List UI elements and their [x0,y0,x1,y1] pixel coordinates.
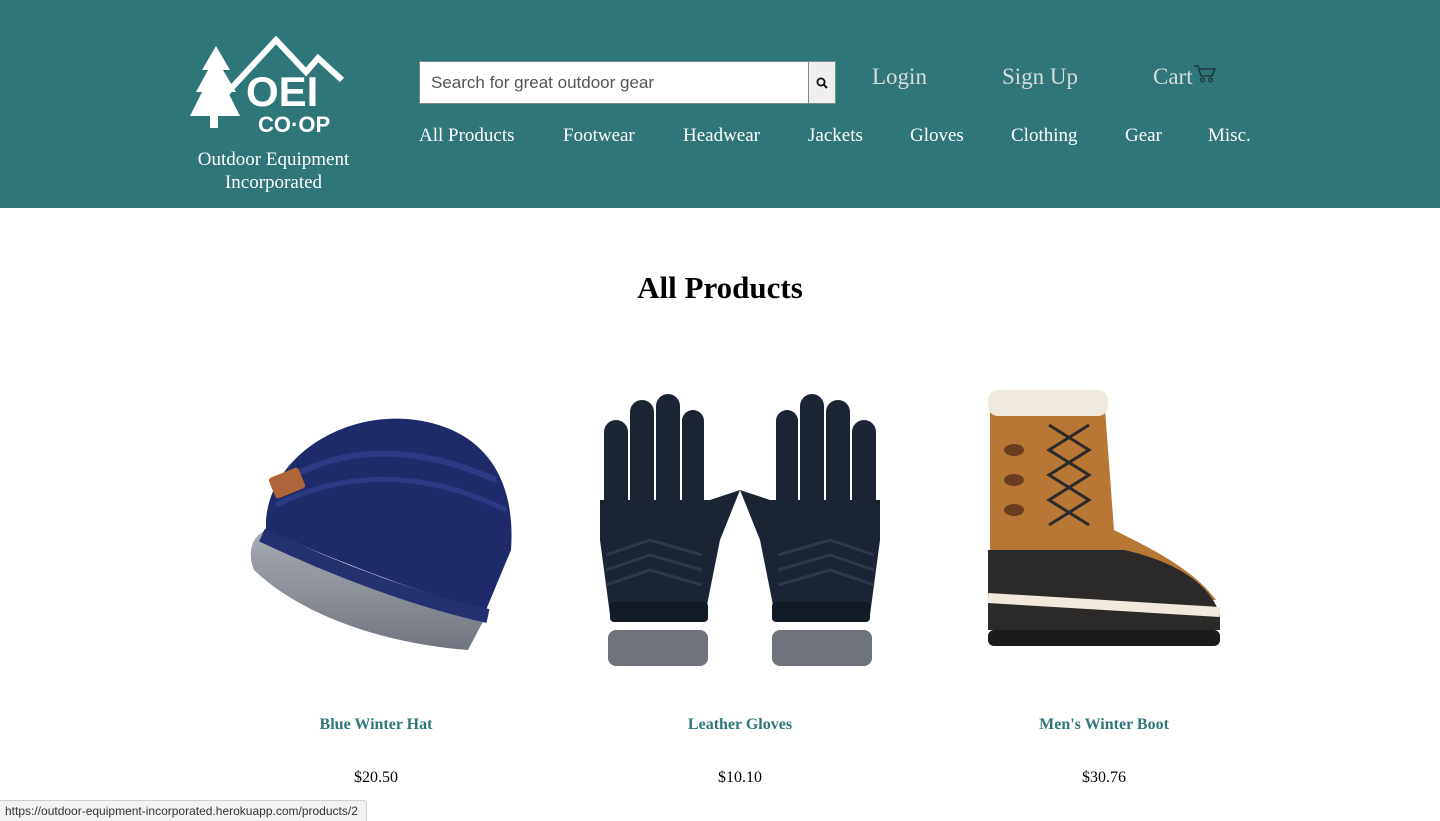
nav-misc[interactable]: Misc. [1208,123,1251,149]
hat-image [250,418,512,650]
product-image-leather-gloves[interactable] [590,380,890,680]
product-name-link[interactable]: Blue Winter Hat [226,716,526,734]
search-input[interactable] [419,61,808,104]
category-nav: All Products Footwear Headwear Jackets G… [0,123,1440,149]
nav-headwear[interactable]: Headwear [683,123,760,149]
nav-gear[interactable]: Gear [1125,123,1162,149]
browser-status-url: https://outdoor-equipment-incorporated.h… [0,800,367,821]
product-image-mens-winter-boot[interactable] [954,380,1254,680]
brand-logo[interactable]: OEI CO·OP [188,36,346,136]
search-icon [816,77,828,89]
site-header: OEI CO·OP Outdoor Equipment Incorporated… [0,0,1440,208]
product-card: Blue Winter Hat $20.50 [226,380,526,786]
product-card: Men's Winter Boot $30.76 [954,380,1254,786]
tagline-line-1: Outdoor Equipment [197,149,350,170]
product-card: Leather Gloves $10.10 [590,380,890,786]
cart-label: Cart [1153,64,1193,89]
login-link[interactable]: Login [872,62,927,92]
product-name-link[interactable]: Men's Winter Boot [954,716,1254,734]
nav-jackets[interactable]: Jackets [808,123,863,149]
logo-text-top: OEI [246,68,318,115]
tagline-line-2: Incorporated [224,172,323,193]
nav-all-products[interactable]: All Products [419,123,515,149]
cart-icon [1193,65,1216,83]
signup-link[interactable]: Sign Up [1002,62,1078,92]
gloves-image [600,394,880,666]
product-price: $10.10 [718,769,762,786]
search-button[interactable] [808,61,836,104]
cart-link[interactable]: Cart [1153,62,1217,92]
product-price: $30.76 [1082,769,1126,786]
product-image-blue-winter-hat[interactable] [226,380,526,680]
nav-gloves[interactable]: Gloves [910,123,964,149]
boot-image [987,390,1221,646]
brand[interactable]: OEI CO·OP Outdoor Equipment Incorporated [186,36,361,193]
product-price: $20.50 [354,769,398,786]
product-name-link[interactable]: Leather Gloves [590,716,890,734]
brand-tagline: Outdoor Equipment Incorporated [186,148,361,194]
nav-clothing[interactable]: Clothing [1011,123,1078,149]
nav-footwear[interactable]: Footwear [563,123,635,149]
search-form [419,61,836,104]
page-title: All Products [637,270,803,305]
